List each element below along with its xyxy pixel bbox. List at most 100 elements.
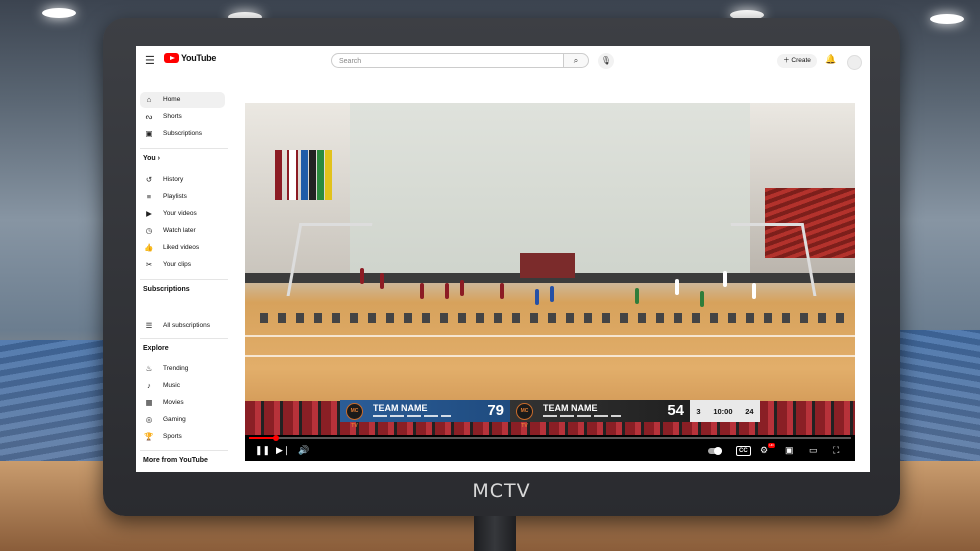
game-clock-panel: 3 10:00 24 bbox=[690, 400, 760, 422]
flag bbox=[317, 150, 324, 200]
sidebar-item-movies[interactable]: ▦ Movies bbox=[140, 395, 225, 411]
sidebar-item-label: History bbox=[163, 176, 184, 183]
mic-icon: 🎙 bbox=[600, 56, 612, 65]
hoop bbox=[286, 223, 373, 296]
more-from-youtube-heading: More from YouTube bbox=[143, 457, 208, 464]
screen: ☰ YouTube Search ⌕ 🎙 ＋ Create 🔔 ⌂ Home ᔓ S… bbox=[136, 46, 870, 472]
player bbox=[700, 291, 704, 307]
team-logo: MC TV bbox=[346, 403, 363, 429]
history-icon: ↺ bbox=[145, 175, 153, 184]
sidebar-item-label: Movies bbox=[163, 399, 184, 406]
sidebar-item-label: Music bbox=[163, 382, 180, 389]
team-name: TEAM NAME bbox=[543, 403, 598, 413]
settings-gear-icon[interactable]: ⚙ bbox=[760, 445, 768, 456]
logo-text: YouTube bbox=[181, 53, 217, 63]
flag bbox=[309, 150, 316, 200]
arena-light bbox=[42, 8, 76, 18]
scoreboard: MC TV TEAM NAME 79 MC TV TEAM NAME 54 3 … bbox=[340, 400, 760, 429]
subscriptions-heading: Subscriptions bbox=[143, 286, 190, 293]
scoreboard-team-a: MC TV TEAM NAME 79 bbox=[340, 400, 510, 429]
sidebar-item-sports[interactable]: 🏆 Sports bbox=[140, 429, 225, 445]
sidebar-item-your-videos[interactable]: ▶ Your videos bbox=[140, 206, 225, 222]
search-button[interactable]: ⌕ bbox=[564, 53, 589, 68]
flag bbox=[287, 150, 298, 200]
sidebar-item-label: Gaming bbox=[163, 416, 186, 423]
list-icon: ☰ bbox=[145, 321, 153, 330]
bell-icon[interactable]: 🔔 bbox=[825, 54, 836, 65]
top-bar: ☰ YouTube Search ⌕ 🎙 ＋ Create 🔔 bbox=[136, 46, 870, 78]
volume-icon[interactable]: 🔊 bbox=[298, 445, 309, 456]
sidebar-item-label: Subscriptions bbox=[163, 130, 203, 137]
you-heading[interactable]: You › bbox=[143, 155, 160, 162]
team-logo: MC TV bbox=[516, 403, 533, 429]
flag bbox=[301, 150, 308, 200]
flag bbox=[325, 150, 332, 200]
hd-badge: HD bbox=[768, 443, 775, 448]
arena-seats-left bbox=[0, 340, 110, 470]
player bbox=[360, 268, 364, 284]
player bbox=[723, 271, 727, 287]
youtube-play-icon bbox=[164, 53, 179, 63]
sidebar: ⌂ Home ᔓ Shorts ▣ Subscriptions You › ↺ Hist… bbox=[136, 74, 232, 472]
team-score: 79 bbox=[487, 402, 504, 419]
period: 3 bbox=[696, 406, 701, 416]
hoop bbox=[730, 223, 817, 296]
explore-heading: Explore bbox=[143, 345, 169, 352]
sidebar-item-shorts[interactable]: ᔓ Shorts bbox=[140, 109, 225, 125]
fullscreen-icon[interactable]: ⛶ bbox=[833, 445, 839, 456]
sidebar-item-all-subscriptions[interactable]: ☰ All subscriptions bbox=[140, 318, 225, 334]
next-icon[interactable]: ▶❘ bbox=[276, 445, 290, 456]
captions-icon[interactable]: CC bbox=[736, 446, 751, 456]
plus-icon: ＋ bbox=[783, 57, 790, 64]
player bbox=[535, 289, 539, 305]
create-button[interactable]: ＋ Create bbox=[777, 54, 817, 68]
court-line bbox=[245, 335, 855, 337]
youtube-logo[interactable]: YouTube bbox=[164, 53, 216, 63]
game-clock: 10:00 bbox=[713, 406, 733, 416]
sidebar-item-liked-videos[interactable]: 👍 Liked videos bbox=[140, 240, 225, 256]
bench-chairs bbox=[260, 313, 850, 323]
player-controls: ❚❚ ▶❘ 🔊 CC ⚙ HD ▣ ▭ ⛶ bbox=[245, 441, 855, 461]
sidebar-item-music[interactable]: ♪ Music bbox=[140, 378, 225, 394]
shorts-icon: ᔓ bbox=[145, 112, 153, 121]
avatar[interactable] bbox=[847, 55, 862, 70]
player bbox=[550, 286, 554, 302]
sidebar-item-label: Your videos bbox=[163, 210, 197, 217]
progress-fill bbox=[249, 437, 277, 439]
timeout-indicators bbox=[543, 415, 621, 417]
pause-icon[interactable]: ❚❚ bbox=[255, 445, 270, 456]
sidebar-item-trending[interactable]: ♨ Trending bbox=[140, 361, 225, 377]
arena-light bbox=[930, 14, 964, 24]
video-frame bbox=[245, 103, 855, 435]
liked-icon: 👍 bbox=[144, 243, 154, 252]
player bbox=[500, 283, 504, 299]
player bbox=[635, 288, 639, 304]
sidebar-item-home[interactable]: ⌂ Home bbox=[140, 92, 225, 108]
sidebar-item-subscriptions[interactable]: ▣ Subscriptions bbox=[140, 126, 225, 142]
video-player[interactable]: MC TV TEAM NAME 79 MC TV TEAM NAME 54 3 … bbox=[245, 103, 855, 461]
monitor: ☰ YouTube Search ⌕ 🎙 ＋ Create 🔔 ⌂ Home ᔓ S… bbox=[103, 18, 900, 516]
player bbox=[380, 273, 384, 289]
monitor-stand bbox=[474, 516, 516, 551]
voice-search-button[interactable]: 🎙 bbox=[598, 53, 614, 69]
sidebar-item-label: Your clips bbox=[163, 261, 191, 268]
sidebar-item-history[interactable]: ↺ History bbox=[140, 172, 225, 188]
menu-icon[interactable]: ☰ bbox=[145, 54, 155, 67]
autoplay-toggle[interactable] bbox=[708, 447, 722, 455]
player bbox=[460, 280, 464, 296]
sidebar-item-label: Playlists bbox=[163, 193, 187, 200]
sidebar-item-label: Shorts bbox=[163, 113, 182, 120]
sidebar-item-playlists[interactable]: ≡ Playlists bbox=[140, 189, 225, 205]
search-input[interactable]: Search bbox=[331, 53, 564, 68]
miniplayer-icon[interactable]: ▣ bbox=[785, 445, 794, 456]
sidebar-item-your-clips[interactable]: ✂ Your clips bbox=[140, 257, 225, 273]
sidebar-item-gaming[interactable]: ◎ Gaming bbox=[140, 412, 225, 428]
sidebar-item-watch-later[interactable]: ◷ Watch later bbox=[140, 223, 225, 239]
team-score: 54 bbox=[667, 402, 684, 419]
movies-icon: ▦ bbox=[145, 398, 153, 407]
monitor-brand-logo: MCTV bbox=[472, 480, 531, 502]
theater-mode-icon[interactable]: ▭ bbox=[809, 445, 818, 456]
sidebar-item-label: All subscriptions bbox=[163, 322, 210, 329]
wall-board bbox=[520, 253, 575, 278]
progress-bar[interactable] bbox=[249, 435, 851, 441]
